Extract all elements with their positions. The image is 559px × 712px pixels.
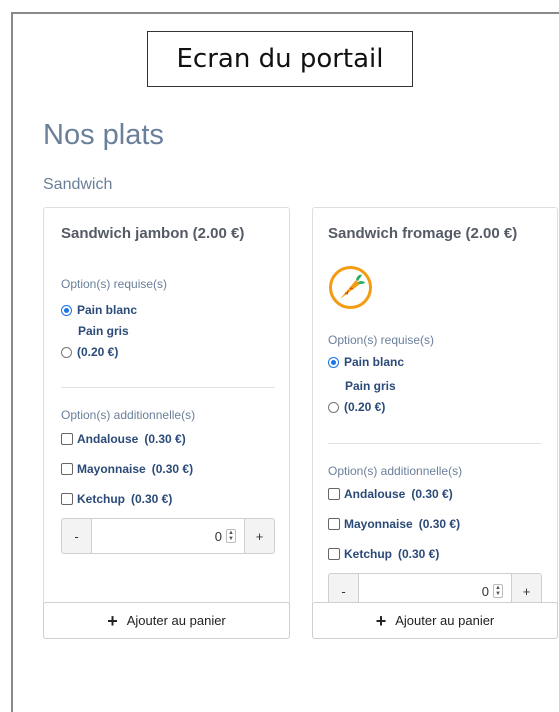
additional-options-heading: Option(s) additionnelle(s)	[328, 464, 463, 478]
checkbox-ketchup[interactable]: Ketchup (0.30 €)	[328, 547, 439, 561]
add-to-cart-button[interactable]: + Ajouter au panier	[43, 602, 290, 639]
checkbox-label: Andalouse	[77, 432, 139, 446]
checkbox-icon[interactable]	[328, 518, 340, 530]
checkbox-price: (0.30 €)	[398, 547, 440, 561]
product-title: Sandwich fromage (2.00 €)	[328, 225, 518, 242]
radio-checked-icon[interactable]	[61, 304, 72, 316]
add-to-cart-button[interactable]: + Ajouter au panier	[312, 602, 558, 639]
checkbox-label: Andalouse	[344, 487, 406, 501]
radio-pain-gris[interactable]: (0.20 €)	[328, 400, 385, 414]
checkbox-andalouse[interactable]: Andalouse (0.30 €)	[328, 487, 453, 501]
radio-pain-blanc[interactable]: Pain blanc	[328, 355, 404, 369]
checkbox-mayonnaise[interactable]: Mayonnaise (0.30 €)	[61, 462, 193, 476]
checkbox-price: (0.30 €)	[151, 462, 194, 476]
required-options-heading: Option(s) requise(s)	[61, 277, 168, 291]
checkbox-label: Mayonnaise	[344, 517, 413, 531]
checkbox-label: Ketchup	[344, 547, 392, 561]
radio-label-pain-gris: Pain gris	[345, 379, 396, 393]
checkbox-icon[interactable]	[61, 433, 73, 445]
add-to-cart-label: Ajouter au panier	[395, 613, 495, 628]
product-title: Sandwich jambon (2.00 €)	[61, 225, 245, 242]
divider	[328, 443, 542, 444]
quantity-value: 0	[214, 528, 222, 544]
product-card-fromage: Sandwich fromage (2.00 €) Option(s) requ…	[312, 207, 558, 639]
checkbox-icon[interactable]	[328, 488, 340, 500]
checkbox-label: Ketchup	[77, 492, 125, 506]
category-heading: Sandwich	[43, 176, 113, 193]
radio-price: (0.20 €)	[77, 345, 119, 359]
checkbox-price: (0.30 €)	[411, 487, 453, 501]
checkbox-icon[interactable]	[328, 548, 340, 560]
checkbox-icon[interactable]	[61, 493, 73, 505]
spinner-icon[interactable]: ▲ ▼	[226, 529, 236, 543]
increment-button[interactable]: +	[244, 518, 275, 554]
radio-unchecked-icon[interactable]	[328, 401, 339, 413]
additional-options-heading: Option(s) additionnelle(s)	[61, 408, 196, 422]
quantity-input[interactable]: 0 ▲ ▼	[92, 518, 244, 554]
plus-icon: +	[375, 610, 387, 631]
checkbox-price: (0.30 €)	[418, 517, 461, 531]
checkbox-ketchup[interactable]: Ketchup (0.30 €)	[61, 492, 172, 506]
radio-label-pain-gris: Pain gris	[78, 324, 129, 338]
divider	[61, 387, 275, 388]
checkbox-icon[interactable]	[61, 463, 73, 475]
radio-price: (0.20 €)	[344, 400, 386, 414]
page-title: Nos plats	[43, 119, 164, 151]
radio-label: Pain blanc	[344, 355, 405, 369]
radio-pain-blanc[interactable]: Pain blanc	[61, 303, 137, 317]
decrement-button[interactable]: -	[61, 518, 92, 554]
plus-icon: +	[107, 610, 118, 631]
checkbox-mayonnaise[interactable]: Mayonnaise (0.30 €)	[328, 517, 460, 531]
carrot-icon	[329, 266, 372, 309]
checkbox-price: (0.30 €)	[131, 492, 173, 506]
portal-label: Ecran du portail	[147, 31, 413, 87]
quantity-value: 0	[481, 583, 489, 599]
radio-checked-icon[interactable]	[328, 356, 339, 368]
add-to-cart-label: Ajouter au panier	[126, 613, 226, 628]
checkbox-price: (0.30 €)	[144, 432, 186, 446]
radio-unchecked-icon[interactable]	[61, 346, 72, 358]
product-card-jambon: Sandwich jambon (2.00 €) Option(s) requi…	[43, 207, 290, 639]
required-options-heading: Option(s) requise(s)	[328, 333, 435, 347]
radio-label: Pain blanc	[77, 303, 138, 317]
quantity-stepper: - 0 ▲ ▼ +	[61, 518, 275, 554]
radio-pain-gris[interactable]: (0.20 €)	[61, 345, 118, 359]
checkbox-andalouse[interactable]: Andalouse (0.30 €)	[61, 432, 186, 446]
checkbox-label: Mayonnaise	[77, 462, 146, 476]
spinner-icon[interactable]: ▲ ▼	[493, 584, 503, 598]
